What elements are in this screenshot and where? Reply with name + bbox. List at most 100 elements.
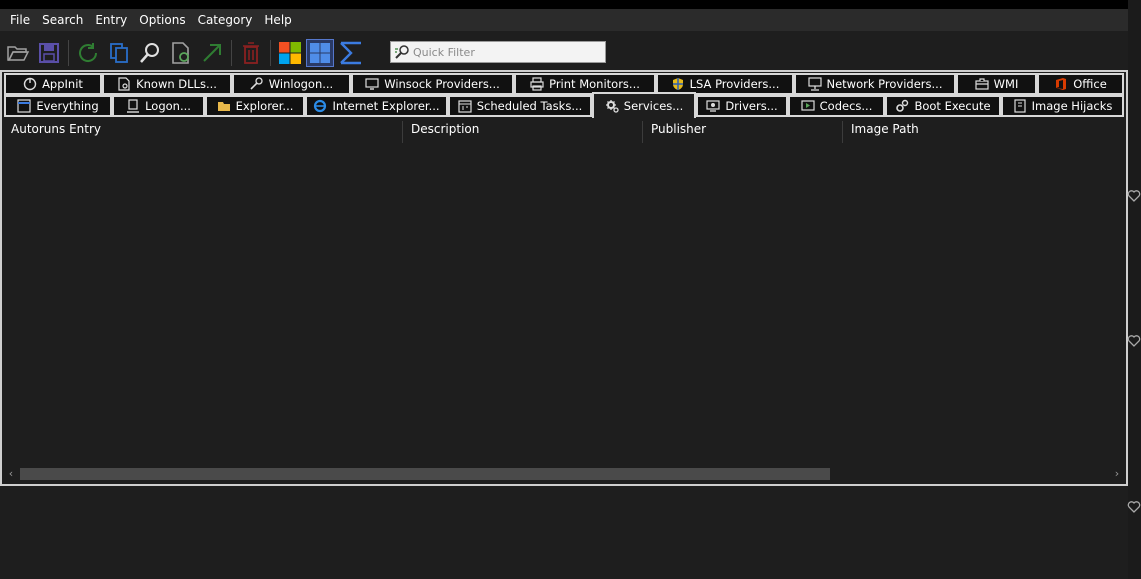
logon-icon [126, 99, 140, 113]
tab-label: Network Providers... [826, 77, 943, 91]
tab-network-providers[interactable]: Network Providers... [794, 73, 956, 95]
tab-label: Known DLLs... [136, 77, 217, 91]
tab-winlogon[interactable]: Winlogon... [232, 73, 351, 95]
column-header-autoruns-entry[interactable]: Autoruns Entry [6, 119, 101, 139]
windows-entries-icon [279, 42, 301, 64]
tab-office[interactable]: Office [1037, 73, 1124, 95]
column-header-description[interactable]: Description [406, 119, 479, 139]
find-icon [140, 43, 159, 63]
scrollbar-thumb[interactable] [20, 468, 830, 480]
folder-icon [217, 99, 231, 113]
tab-wmi[interactable]: WMI [956, 73, 1037, 95]
tab-label: Scheduled Tasks... [476, 99, 583, 113]
tab-row-1: AppInit Known DLLs... Winlogon... Winsoc… [4, 73, 1126, 95]
tab-label: Logon... [145, 99, 191, 113]
tab-codecs[interactable]: Codecs... [788, 95, 885, 117]
tab-appinit[interactable]: AppInit [4, 73, 102, 95]
jump-to-button[interactable] [198, 39, 226, 67]
winlogon-icon [250, 77, 264, 91]
tab-label: Boot Execute [914, 99, 991, 113]
tab-services[interactable]: Services... [592, 92, 696, 118]
tab-logon[interactable]: Logon... [112, 95, 205, 117]
tab-label: Image Hijacks [1031, 99, 1113, 113]
column-header-publisher[interactable]: Publisher [646, 119, 706, 139]
tab-drivers[interactable]: Drivers... [696, 95, 788, 117]
tab-known-dlls[interactable]: Known DLLs... [102, 73, 232, 95]
menu-options[interactable]: Options [133, 9, 191, 31]
tab-winsock-providers[interactable]: Winsock Providers... [351, 73, 514, 95]
search-icon [391, 42, 413, 62]
scroll-left-icon[interactable]: ‹ [4, 466, 18, 482]
menu-help[interactable]: Help [258, 9, 297, 31]
tab-label: WMI [993, 77, 1019, 91]
refresh-icon [79, 43, 98, 62]
menu-file[interactable]: File [4, 9, 36, 31]
open-button[interactable] [4, 39, 32, 67]
tab-label: Everything [36, 99, 99, 113]
drivers-icon [706, 99, 720, 113]
column-header-image-path[interactable]: Image Path [846, 119, 919, 139]
network-icon [807, 77, 822, 91]
tab-label: Winsock Providers... [384, 77, 500, 91]
gear-icon [605, 99, 619, 113]
toolbar-separator [68, 40, 69, 66]
side-strip [1128, 0, 1141, 579]
status-area [0, 488, 1128, 579]
windows-entries-button[interactable] [276, 39, 304, 67]
menu-entry[interactable]: Entry [89, 9, 133, 31]
winsock-icon [365, 77, 379, 91]
tab-label: Print Monitors... [549, 77, 640, 91]
tab-row-2: Everything Logon... Explorer... Internet… [4, 92, 1126, 118]
boot-execute-icon [895, 99, 909, 113]
toolbar-separator [270, 40, 271, 66]
scheduled-tasks-icon [458, 99, 472, 113]
microsoft-entries-button[interactable] [306, 39, 334, 67]
tab-label: Internet Explorer... [332, 99, 440, 113]
tab-boot-execute[interactable]: Boot Execute [885, 95, 1001, 117]
column-divider[interactable] [402, 121, 403, 143]
refresh-button[interactable] [74, 39, 102, 67]
known-dlls-icon [117, 77, 131, 91]
menu-search[interactable]: Search [36, 9, 89, 31]
window-top-strip [0, 0, 1141, 9]
tab-internet-explorer[interactable]: Internet Explorer... [305, 95, 448, 117]
scroll-right-icon[interactable]: › [1110, 466, 1124, 482]
delete-button[interactable] [237, 39, 265, 67]
column-header-row: Autoruns Entry Description Publisher Ima… [4, 119, 1126, 143]
find-button[interactable] [136, 39, 164, 67]
heart-icon [1127, 501, 1141, 513]
horizontal-scrollbar[interactable]: ‹ › [4, 466, 1126, 482]
toolbar-separator [231, 40, 232, 66]
menu-category[interactable]: Category [192, 9, 259, 31]
quick-filter [390, 41, 606, 63]
heart-icon [1127, 190, 1141, 202]
menu-bar: File Search Entry Options Category Help [0, 9, 1128, 31]
scan-options-button[interactable] [167, 39, 195, 67]
shield-icon [671, 77, 685, 91]
printer-icon [530, 77, 544, 91]
internet-explorer-icon [313, 99, 327, 113]
tab-scheduled-tasks[interactable]: Scheduled Tasks... [448, 95, 592, 117]
save-button[interactable] [35, 39, 63, 67]
column-divider[interactable] [842, 121, 843, 143]
everything-icon [17, 99, 31, 113]
tab-label: Services... [623, 99, 684, 113]
codecs-icon [801, 99, 815, 113]
copy-icon [110, 43, 128, 63]
virustotal-icon [340, 41, 361, 65]
main-panel: AppInit Known DLLs... Winlogon... Winsoc… [0, 70, 1128, 486]
microsoft-entries-icon [310, 43, 330, 63]
quick-filter-input[interactable] [413, 43, 601, 61]
copy-button[interactable] [105, 39, 133, 67]
tab-label: Winlogon... [268, 77, 334, 91]
tab-explorer[interactable]: Explorer... [205, 95, 305, 117]
tab-everything[interactable]: Everything [4, 95, 112, 117]
office-icon [1054, 77, 1068, 91]
virustotal-button[interactable] [337, 39, 365, 67]
save-icon [39, 43, 59, 63]
column-divider[interactable] [642, 121, 643, 143]
tab-label: Office [1073, 77, 1107, 91]
tab-label: Explorer... [235, 99, 294, 113]
tab-label: LSA Providers... [689, 77, 780, 91]
tab-image-hijacks[interactable]: Image Hijacks [1001, 95, 1124, 117]
